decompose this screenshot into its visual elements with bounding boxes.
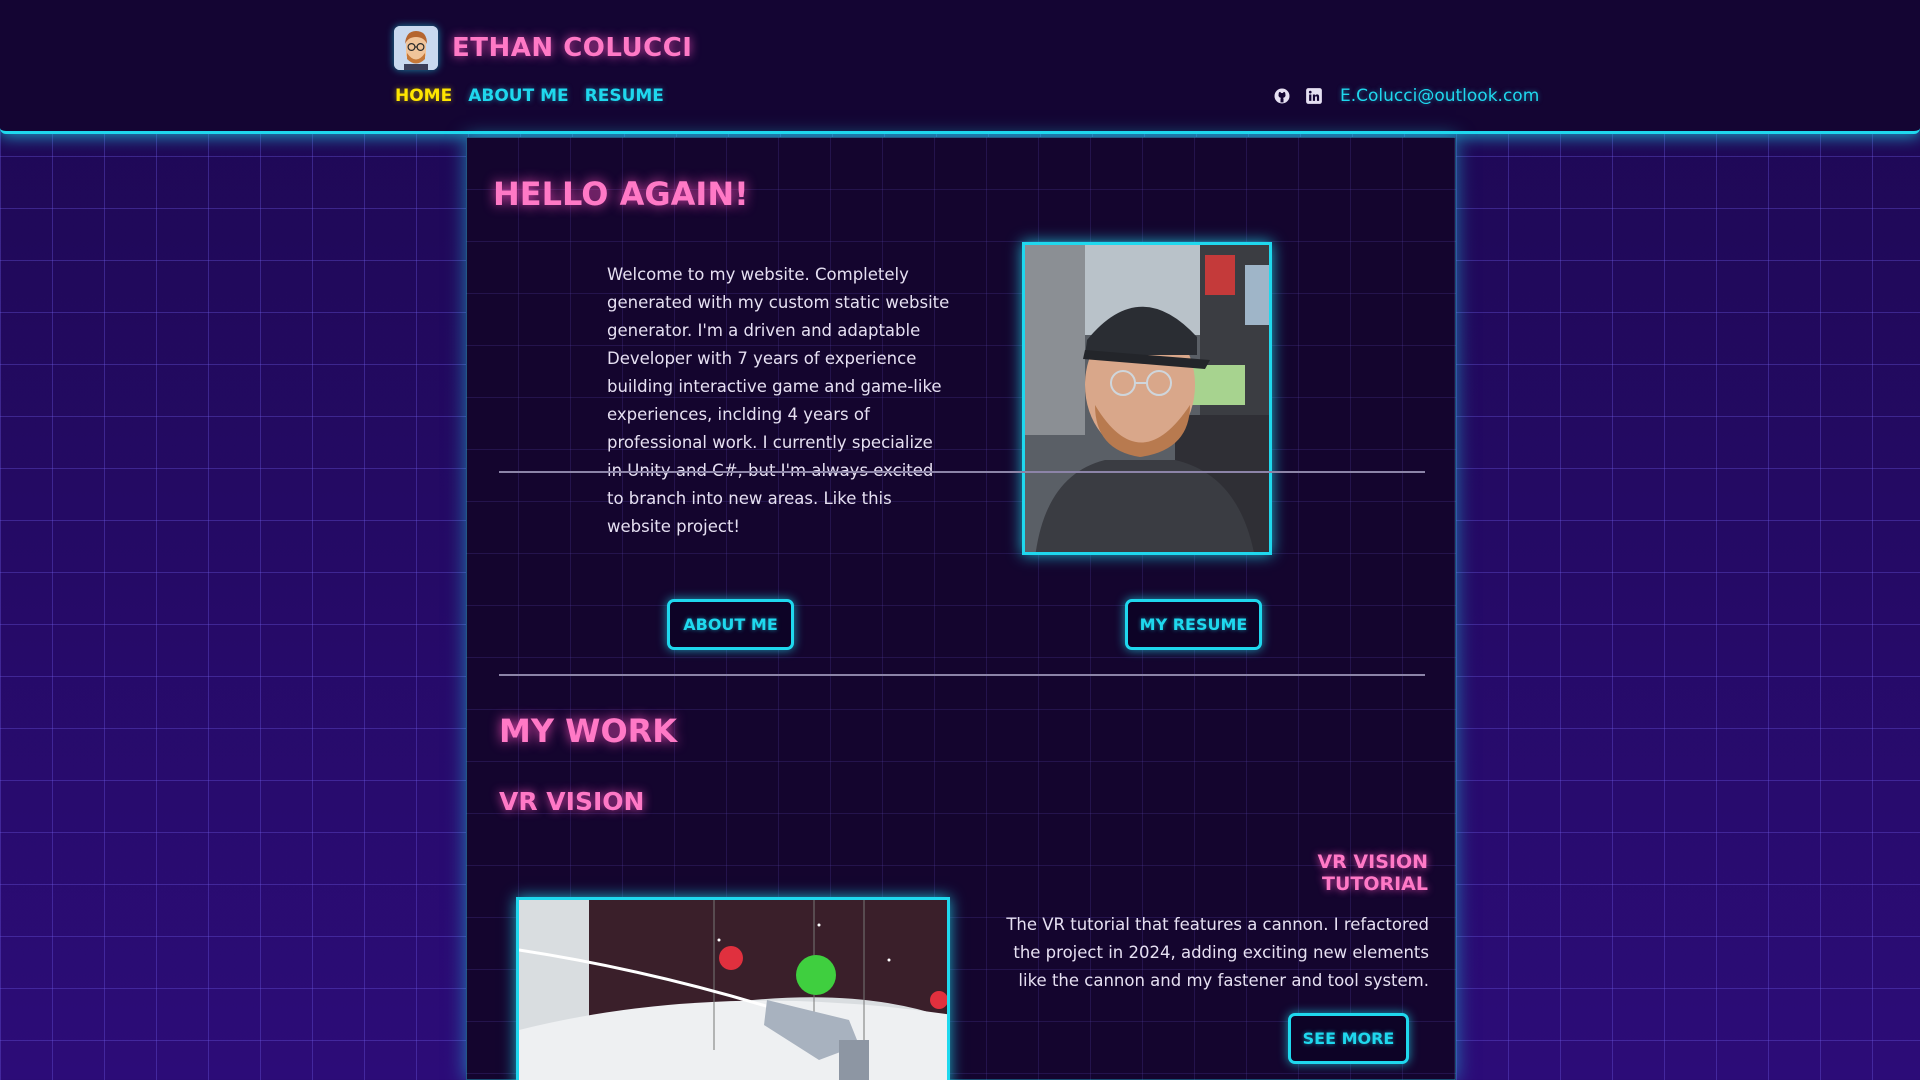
intro-text: Welcome to my website. Completely genera… bbox=[607, 265, 950, 536]
project-screenshot[interactable] bbox=[516, 897, 950, 1080]
divider-top bbox=[499, 471, 1425, 473]
linkedin-icon[interactable] bbox=[1304, 86, 1324, 106]
nav-home[interactable]: HOME bbox=[395, 86, 452, 106]
site-header: ETHAN COLUCCI HOME ABOUT ME RESUME E.Col… bbox=[0, 0, 1920, 134]
nav-resume[interactable]: RESUME bbox=[585, 86, 664, 106]
avatar-icon bbox=[394, 26, 438, 70]
profile-photo bbox=[1022, 242, 1272, 555]
brand[interactable]: ETHAN COLUCCI bbox=[394, 26, 692, 70]
divider-bottom bbox=[499, 674, 1425, 676]
email-link[interactable]: E.Colucci@outlook.com bbox=[1340, 86, 1539, 106]
project-title: VR VISION bbox=[499, 787, 645, 816]
main-nav: HOME ABOUT ME RESUME bbox=[395, 86, 664, 106]
main-content: HELLO AGAIN! Welcome to my website. Comp… bbox=[466, 137, 1456, 1080]
project-description: The VR tutorial that features a cannon. … bbox=[1006, 915, 1429, 990]
work-heading: MY WORK bbox=[499, 712, 678, 750]
social-links: E.Colucci@outlook.com bbox=[1272, 86, 1539, 106]
project-subtitle: VR VISION TUTORIAL bbox=[1317, 851, 1428, 895]
nav-about-me[interactable]: ABOUT ME bbox=[468, 86, 568, 106]
intro-heading: HELLO AGAIN! bbox=[493, 175, 749, 213]
see-more-button[interactable]: SEE MORE bbox=[1288, 1013, 1409, 1064]
github-icon[interactable] bbox=[1272, 86, 1292, 106]
about-me-button[interactable]: ABOUT ME bbox=[667, 599, 794, 650]
site-name: ETHAN COLUCCI bbox=[452, 33, 693, 63]
my-resume-button[interactable]: MY RESUME bbox=[1125, 599, 1262, 650]
